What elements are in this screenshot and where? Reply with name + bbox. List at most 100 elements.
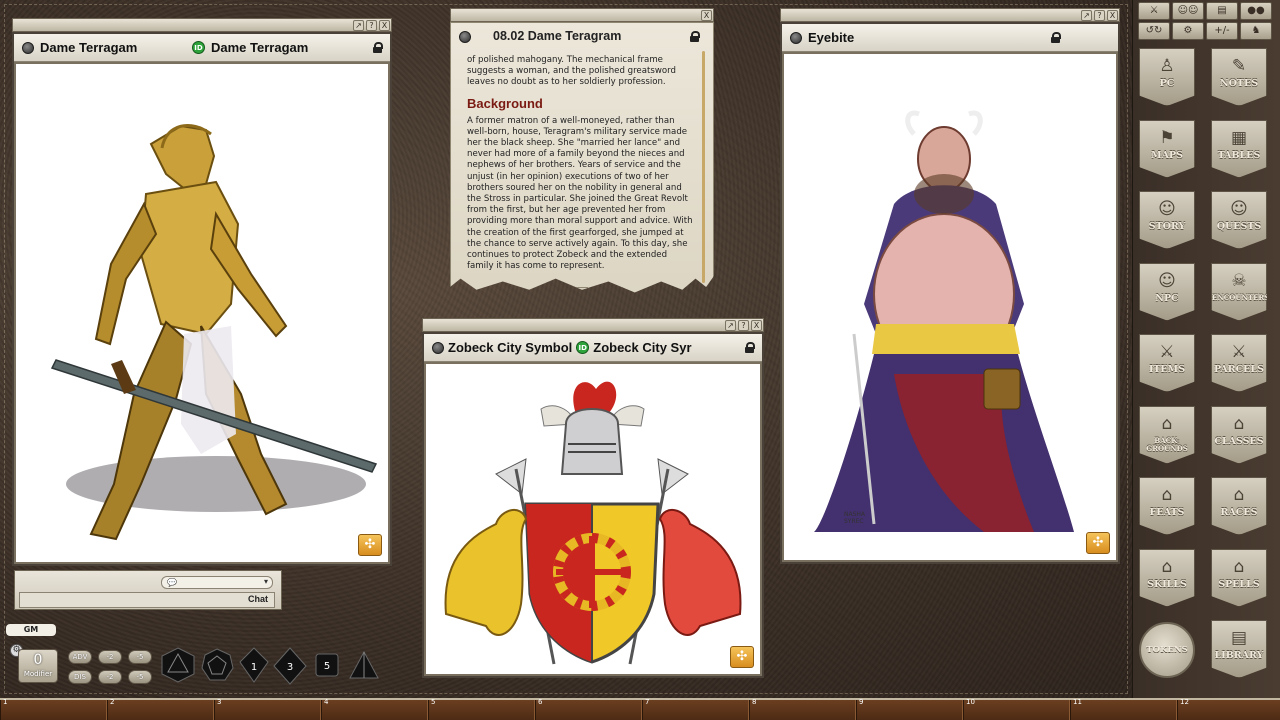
window-titlebar[interactable]: X xyxy=(450,8,714,22)
shared-link-icon[interactable] xyxy=(22,41,34,54)
lock-icon[interactable] xyxy=(690,31,700,42)
combat-tracker-button[interactable]: ⚔ xyxy=(1138,2,1170,20)
identified-icon[interactable]: ID xyxy=(576,341,590,354)
quests-icon: ☺ xyxy=(1230,199,1248,219)
tokens-button[interactable]: TOKENS xyxy=(1139,622,1195,678)
hotkey-slot[interactable]: 1 xyxy=(0,698,107,720)
image-title: Zobeck City Symbol xyxy=(448,340,573,355)
help-button[interactable]: ? xyxy=(1094,10,1105,21)
d20-die[interactable] xyxy=(161,647,195,683)
disadvantage-button[interactable]: DIS xyxy=(68,670,92,684)
notes-button[interactable]: ✎ NOTES xyxy=(1211,48,1267,106)
window-titlebar[interactable]: ↗ ? X xyxy=(422,318,764,332)
share-button[interactable]: ✣ xyxy=(730,646,754,668)
shared-link-icon[interactable] xyxy=(790,31,802,44)
identified-icon[interactable]: ID xyxy=(192,41,205,54)
character-selection-button[interactable]: ♞ xyxy=(1240,22,1272,40)
lock-icon[interactable] xyxy=(745,342,755,353)
modifier-minus5-button[interactable]: -5 xyxy=(128,650,152,664)
pc-button[interactable]: ♙ PC xyxy=(1139,48,1195,106)
hotkey-slot[interactable]: 7 xyxy=(642,698,749,720)
hotkey-slot[interactable]: 12 xyxy=(1177,698,1280,720)
hotkey-bar: 1 2 3 4 5 6 7 8 9 10 11 12 xyxy=(0,698,1280,720)
library-button[interactable]: ▤ LIBRARY xyxy=(1211,620,1267,678)
spells-button[interactable]: ⌂ SPELLS xyxy=(1211,548,1267,607)
close-button[interactable]: X xyxy=(379,20,390,31)
help-button[interactable]: ? xyxy=(738,320,749,331)
chat-send-label[interactable]: Chat xyxy=(248,594,268,604)
modifier-plus5-button[interactable]: -5 xyxy=(128,670,152,684)
hotkey-slot[interactable]: 5 xyxy=(428,698,535,720)
encounters-button[interactable]: ☠ ENCOUNTERS xyxy=(1211,262,1267,321)
tables-button[interactable]: ▦ TABLES xyxy=(1211,119,1267,178)
share-button[interactable]: ✣ xyxy=(358,534,382,556)
classes-button[interactable]: ⌂ CLASSES xyxy=(1211,405,1267,464)
d8-die[interactable]: 3 xyxy=(273,647,307,685)
effects-button[interactable]: ↺↻ xyxy=(1138,22,1170,40)
back-grounds-button[interactable]: ⌂ BACK-GROUNDS xyxy=(1139,405,1195,464)
image-header: Eyebite xyxy=(782,24,1118,52)
close-button[interactable]: X xyxy=(701,10,712,21)
help-button[interactable]: ? xyxy=(366,20,377,31)
shared-link-icon[interactable] xyxy=(459,31,471,43)
d12-die[interactable] xyxy=(201,648,234,681)
scrollbar[interactable] xyxy=(702,51,705,283)
party-sheet-button[interactable]: ☺☺ xyxy=(1172,2,1204,20)
hotkey-slot[interactable]: 8 xyxy=(749,698,856,720)
hotkey-slot[interactable]: 11 xyxy=(1070,698,1177,720)
hotkey-number: 10 xyxy=(966,698,975,706)
modifiers-button[interactable]: +/- xyxy=(1206,22,1238,40)
shared-link-icon[interactable] xyxy=(432,341,444,354)
modifier-box[interactable]: 0 Modifier xyxy=(18,649,58,683)
close-button[interactable]: X xyxy=(751,320,762,331)
feats-button[interactable]: ⌂ FEATS xyxy=(1139,477,1195,535)
quests-button[interactable]: ☺ QUESTS xyxy=(1211,191,1267,249)
link-icon[interactable]: ↗ xyxy=(1081,10,1092,21)
d4-die[interactable] xyxy=(349,650,379,679)
coat-of-arms-illustration xyxy=(444,381,742,665)
share-button[interactable]: ✣ xyxy=(1086,532,1110,554)
zobeck-city-symbol-window[interactable]: ↗ ? X Zobeck City Symbol ID Zobeck City … xyxy=(422,318,764,678)
hotkey-slot[interactable]: 3 xyxy=(214,698,321,720)
hotkey-slot[interactable]: 4 xyxy=(321,698,428,720)
lighting-button[interactable]: ●● xyxy=(1240,2,1272,20)
d6-die[interactable]: 5 xyxy=(315,653,339,677)
identity-tab[interactable]: GM xyxy=(6,624,56,636)
npc-button[interactable]: ☺ NPC xyxy=(1139,262,1195,321)
link-icon[interactable]: ↗ xyxy=(725,320,736,331)
lock-icon[interactable] xyxy=(373,42,383,53)
close-button[interactable]: X xyxy=(1107,10,1118,21)
modifier-minus2-button[interactable]: -2 xyxy=(98,650,122,664)
hotkey-slot[interactable]: 9 xyxy=(856,698,963,720)
npc-label: NPC xyxy=(1155,292,1179,304)
hotkey-slot[interactable]: 10 xyxy=(963,698,1070,720)
story-window[interactable]: X 08.02 Dame Teragram of polished mahoga… xyxy=(450,8,714,298)
window-titlebar[interactable]: ↗ ? X xyxy=(780,8,1120,22)
library-label: LIBRARY xyxy=(1214,650,1264,661)
lock-icon[interactable] xyxy=(1051,32,1061,43)
items-button[interactable]: ⚔ ITEMS xyxy=(1139,334,1195,392)
story-button[interactable]: ☺ STORY xyxy=(1139,191,1195,249)
skills-button[interactable]: ⌂ SKILLS xyxy=(1139,548,1195,607)
hotkey-slot[interactable]: 6 xyxy=(535,698,642,720)
chat-input[interactable]: Chat xyxy=(19,592,275,608)
modifier-plus2-button[interactable]: -2 xyxy=(98,670,122,684)
hotkey-slot[interactable]: 2 xyxy=(107,698,214,720)
window-titlebar[interactable]: ↗ ? X xyxy=(12,18,392,32)
calendar-button[interactable]: ▤ xyxy=(1206,2,1238,20)
chat-mode-dropdown[interactable]: 💬 ▾ xyxy=(161,576,273,589)
d10-die[interactable]: 1 xyxy=(239,647,269,683)
parcels-button[interactable]: ⚔ PARCELS xyxy=(1211,334,1267,392)
spells-label: SPELLS xyxy=(1218,578,1260,590)
options-button[interactable]: ⚙ xyxy=(1172,22,1204,40)
eyebite-image-window[interactable]: ↗ ? X Eyebite NASHA SYREC ✣ xyxy=(780,8,1120,564)
dame-terragam-image-window[interactable]: ↗ ? X Dame Terragam ID Dame Terragam ✣ xyxy=(12,18,392,566)
maps-button[interactable]: ⚑ MAPS xyxy=(1139,119,1195,178)
advantage-button[interactable]: ADV xyxy=(68,650,92,664)
link-icon[interactable]: ↗ xyxy=(353,20,364,31)
pc-icon: ♙ xyxy=(1159,56,1175,76)
chat-window[interactable]: 💬 ▾ Chat xyxy=(14,570,282,610)
races-button[interactable]: ⌂ RACES xyxy=(1211,477,1267,535)
window-body: Eyebite NASHA SYREC ✣ xyxy=(780,22,1120,564)
identified-title: Dame Terragam xyxy=(211,40,309,55)
